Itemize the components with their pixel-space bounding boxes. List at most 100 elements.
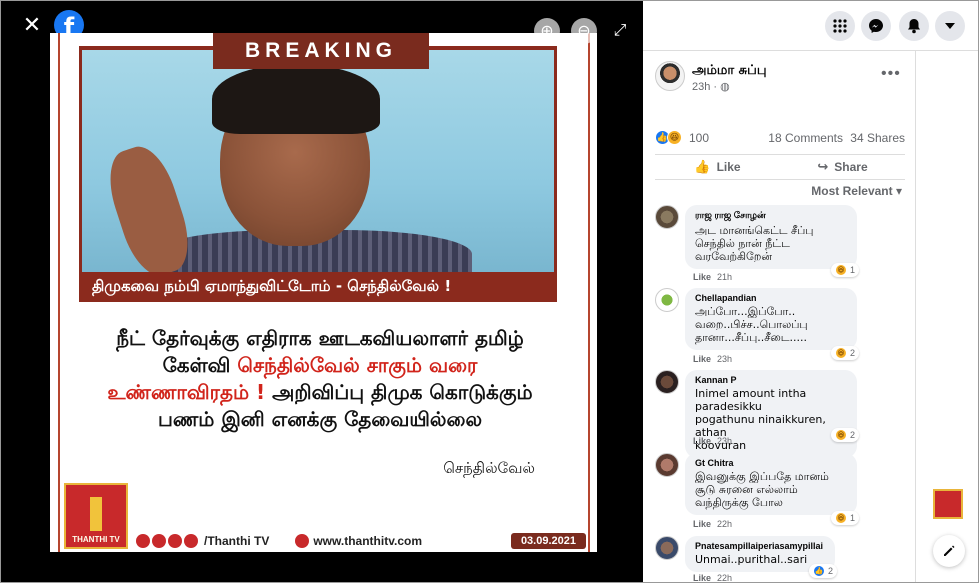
logo-text: THANTHI TV: [72, 535, 120, 544]
reaction-icons[interactable]: 👍 😆: [655, 130, 682, 145]
comment-text: இவனுக்கு இப்பதே மானம் சூடு சுரனை எல்லாம்…: [695, 470, 829, 509]
comment-reaction-count: 1: [850, 513, 856, 523]
news-headline: நீட் தேர்வுக்கு எதிராக ஊடகவியலாளர் தமிழ்…: [90, 325, 550, 433]
comment-author[interactable]: Kannan P: [695, 375, 847, 385]
comment-meta: Like 22h: [693, 573, 732, 582]
post-timestamp[interactable]: 23h · ◍: [692, 80, 730, 93]
comment-meta: Like 22h: [693, 519, 732, 529]
menu-grid-icon[interactable]: [825, 11, 855, 41]
comment-bubble: Chellapandian அப்போ...இப்போ.. வறை..பிச்ச…: [685, 288, 857, 350]
commenter-avatar[interactable]: [655, 205, 679, 229]
comment-reactions[interactable]: 😆 1: [831, 511, 860, 525]
person-hand: [99, 139, 199, 272]
video-frame: [82, 50, 554, 272]
comment-like-link[interactable]: Like: [693, 573, 711, 582]
thanthi-tv-logo: THANTHI TV: [64, 483, 128, 549]
commenter-avatar[interactable]: [655, 370, 679, 394]
shares-count[interactable]: 34 Shares: [850, 131, 905, 145]
headline-byline: செந்தில்வேல்: [443, 459, 535, 477]
comment-like-link[interactable]: Like: [693, 272, 711, 282]
zoom-out-icon[interactable]: ⊖: [571, 18, 597, 44]
comment-meta: Like 23h: [693, 436, 732, 446]
reaction-summary: 👍 😆 100 18 Comments 34 Shares: [655, 130, 905, 146]
comment-time[interactable]: 21h: [717, 272, 732, 282]
comment-reactions[interactable]: 😆 2: [831, 428, 860, 442]
commenter-avatar[interactable]: [655, 536, 679, 560]
comment-text: அட மானங்கெட்ட சீப்பு செந்தில் நான் நீட்ட…: [695, 224, 814, 263]
share-arrow-icon: ↪: [817, 159, 829, 174]
comment-reactions[interactable]: 😆 2: [831, 346, 860, 360]
like-button[interactable]: 👍 Like: [655, 155, 780, 179]
share-button-label: Share: [834, 160, 868, 174]
like-button-label: Like: [716, 160, 741, 174]
panel-divider: [915, 51, 916, 582]
comment-reaction-count: 2: [828, 566, 834, 576]
comment-like-link[interactable]: Like: [693, 354, 711, 364]
comment-time[interactable]: 22h: [717, 573, 732, 582]
comment-like-link[interactable]: Like: [693, 436, 711, 446]
facebook-photo-viewer: ✕ f திமுகவை நம்பி ஏமாந்துவிட்டோம் - செந்…: [0, 0, 979, 583]
comment-item: Kannan P Inimel amount intha paradesikku…: [655, 370, 905, 458]
haha-reaction-icon: 😆: [835, 429, 847, 441]
post-image: திமுகவை நம்பி ஏமாந்துவிட்டோம் - செந்தில்…: [50, 33, 597, 552]
comment-time[interactable]: 23h: [717, 436, 732, 446]
close-icon[interactable]: ✕: [21, 14, 43, 36]
comments-count[interactable]: 18 Comments: [768, 131, 843, 145]
fullscreen-icon[interactable]: ⤢: [609, 20, 631, 42]
comment-reaction-count: 2: [850, 430, 856, 440]
share-button[interactable]: ↪ Share: [780, 155, 905, 179]
comment-meta: Like 23h: [693, 354, 732, 364]
bell-icon[interactable]: [899, 11, 929, 41]
image-footer: /Thanthi TV www.thanthitv.com 03.09.2021: [136, 531, 586, 551]
commenter-avatar[interactable]: [655, 453, 679, 477]
person-hair: [212, 64, 380, 134]
post-action-bar: 👍 Like ↪ Share: [655, 154, 905, 180]
comment-text: அப்போ...இப்போ.. வறை..பிச்ச..பொலப்பு தானா…: [695, 305, 808, 344]
comment-author[interactable]: ராஜ ராஜ சோழன்: [695, 210, 847, 222]
compose-icon[interactable]: [933, 535, 965, 567]
facebook-icon: [168, 534, 182, 548]
haha-reaction-icon: 😆: [835, 512, 847, 524]
comment-reaction-count: 2: [850, 348, 856, 358]
haha-reaction-icon: 😆: [835, 347, 847, 359]
more-options-icon[interactable]: •••: [881, 65, 901, 83]
comment-item: Gt Chitra இவனுக்கு இப்பதே மானம் சூடு சுர…: [655, 453, 905, 533]
thumbs-up-icon: 👍: [694, 159, 711, 174]
post-details-panel: அம்மா சுப்பு 23h · ◍ ••• 👍 😆 100 18 Comm…: [643, 1, 978, 582]
post-header: அம்மா சுப்பு 23h · ◍ •••: [655, 61, 905, 101]
comment-reactions[interactable]: 😆 1: [831, 263, 860, 277]
comment-bubble: Gt Chitra இவனுக்கு இப்பதே மானம் சூடு சுர…: [685, 453, 857, 515]
comment-item: Chellapandian அப்போ...இப்போ.. வறை..பிச்ச…: [655, 288, 905, 368]
breaking-banner: BREAKING: [213, 33, 429, 69]
comment-time[interactable]: 22h: [717, 519, 732, 529]
commenter-avatar[interactable]: [655, 288, 679, 312]
comment-text: Unmai..purithal..sari: [695, 553, 808, 566]
comment-author[interactable]: Chellapandian: [695, 293, 847, 303]
comment-reactions[interactable]: 👍 2: [809, 564, 838, 578]
logo-tower-icon: [90, 497, 102, 531]
globe-icon: [295, 534, 310, 548]
video-caption: திமுகவை நம்பி ஏமாந்துவிட்டோம் - செந்தில்…: [92, 277, 452, 295]
comment-like-link[interactable]: Like: [693, 519, 711, 529]
comment-reaction-count: 1: [850, 265, 856, 275]
comment-time[interactable]: 23h: [717, 354, 732, 364]
comment-author[interactable]: Pnatesampillaiperiasamypillai: [695, 541, 825, 551]
haha-reaction-icon: 😆: [667, 130, 682, 145]
like-reaction-icon: 👍: [813, 565, 825, 577]
page-avatar[interactable]: [933, 489, 963, 519]
twitter-icon: [152, 534, 166, 548]
post-author[interactable]: அம்மா சுப்பு: [692, 63, 767, 79]
zoom-in-icon[interactable]: ⊕: [534, 18, 560, 44]
comment-item: ராஜ ராஜ சோழன் அட மானங்கெட்ட சீப்பு செந்த…: [655, 205, 905, 285]
footer-date: 03.09.2021: [510, 533, 586, 549]
comment-bubble: ராஜ ராஜ சோழன் அட மானங்கெட்ட சீப்பு செந்த…: [685, 205, 857, 269]
comment-author[interactable]: Gt Chitra: [695, 458, 847, 468]
footer-handle: /Thanthi TV: [204, 534, 270, 548]
caret-down-icon[interactable]: [935, 11, 965, 41]
footer-website-text: www.thanthitv.com: [313, 534, 422, 548]
comment-sort-dropdown[interactable]: Most Relevant ▾: [811, 184, 902, 198]
author-avatar[interactable]: [655, 61, 685, 91]
messenger-icon[interactable]: [861, 11, 891, 41]
photo-viewer: ✕ f திமுகவை நம்பி ஏமாந்துவிட்டோம் - செந்…: [1, 1, 643, 582]
reaction-count[interactable]: 100: [689, 131, 709, 145]
